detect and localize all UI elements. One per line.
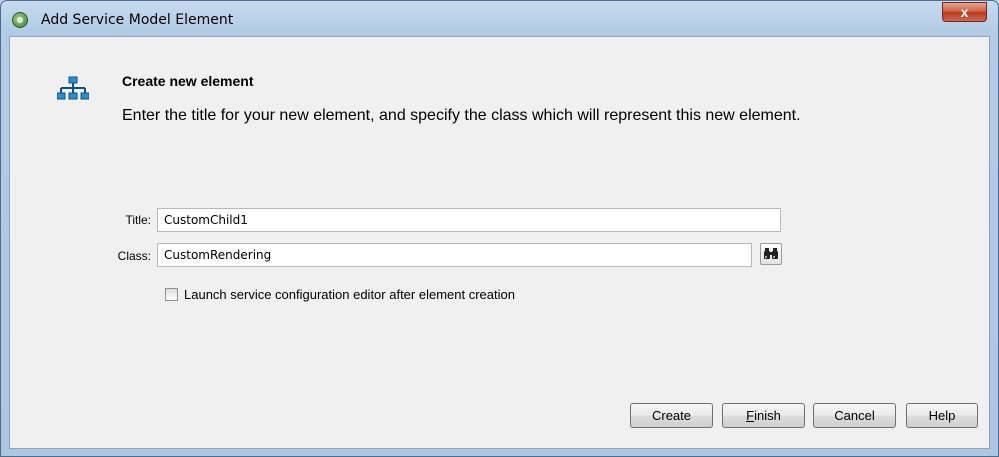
title-label: Title: xyxy=(125,213,151,227)
close-button[interactable]: x xyxy=(942,2,987,22)
header-description: Enter the title for your new element, an… xyxy=(122,107,801,124)
hierarchy-icon xyxy=(57,76,89,100)
browse-class-button[interactable] xyxy=(760,243,782,265)
binoculars-icon xyxy=(764,248,778,259)
dialog-window: Add Service Model Element x Create new e… xyxy=(0,0,999,457)
finish-button[interactable]: Finish xyxy=(722,403,805,428)
class-input[interactable]: CustomRendering xyxy=(157,243,752,267)
header-title: Create new element xyxy=(122,73,254,89)
create-button[interactable]: Create xyxy=(630,403,713,428)
window-title: Add Service Model Element xyxy=(41,12,234,28)
help-button[interactable]: Help xyxy=(906,403,978,428)
finish-mnemonic: F xyxy=(746,408,755,423)
app-icon xyxy=(12,12,28,28)
launch-editor-label[interactable]: Launch service configuration editor afte… xyxy=(184,287,515,302)
dialog-content: Create new element Enter the title for y… xyxy=(9,36,990,449)
finish-label: inish xyxy=(754,408,781,423)
cancel-button[interactable]: Cancel xyxy=(813,403,896,428)
launch-editor-checkbox[interactable] xyxy=(165,288,178,301)
title-input[interactable]: CustomChild1 xyxy=(157,208,781,232)
title-bar[interactable]: Add Service Model Element x xyxy=(1,1,998,37)
class-label: Class: xyxy=(117,249,151,263)
